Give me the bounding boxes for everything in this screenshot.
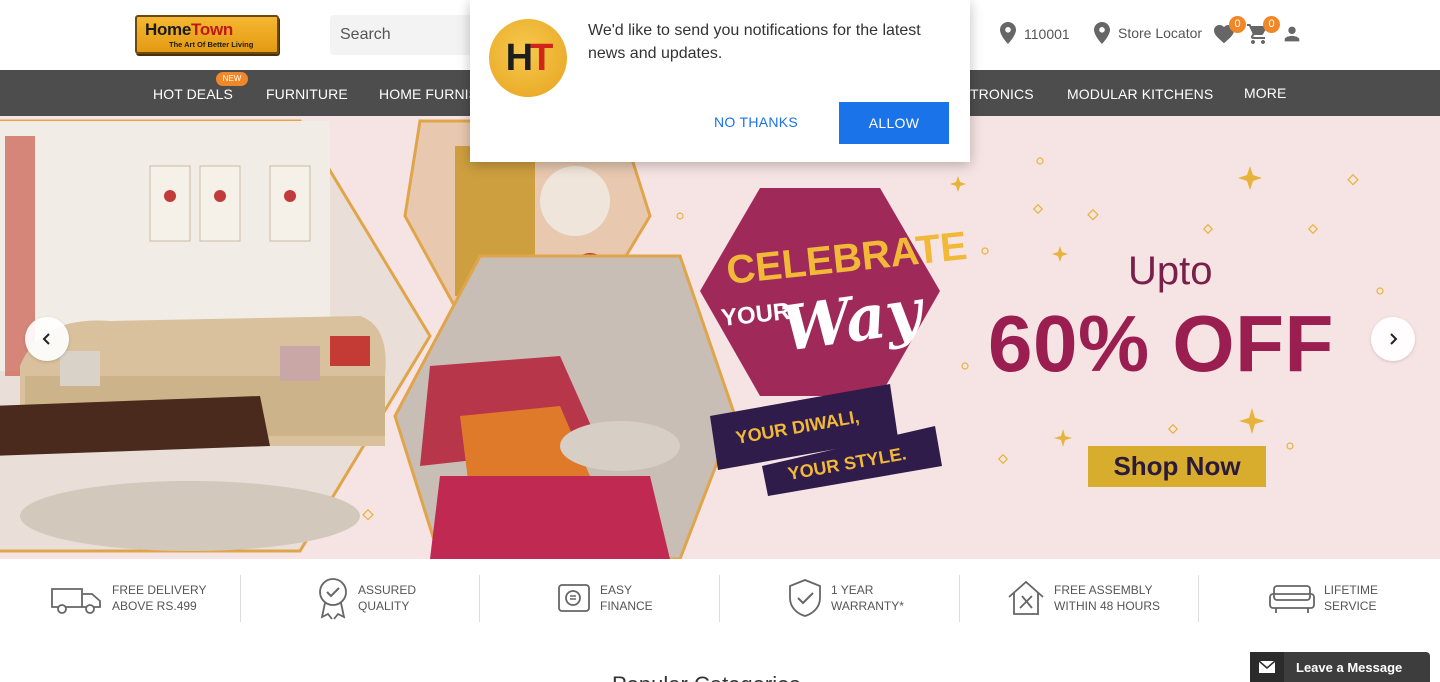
feature-line2: ABOVE RS.499 [112, 599, 197, 613]
feature-line1: LIFETIME [1324, 583, 1379, 597]
feature-assured-quality: ASSURED QUALITY [316, 575, 416, 621]
feature-line1: EASY [600, 583, 633, 597]
account-button[interactable] [1281, 22, 1305, 46]
logo-brand-town: Town [191, 20, 233, 39]
truck-icon [51, 588, 101, 614]
section-heading: Popular Categories [612, 672, 800, 682]
leave-message-chat-button[interactable]: Leave a Message [1250, 652, 1430, 682]
carousel-prev-button[interactable] [25, 317, 69, 361]
notification-permission-popup: HT We'd like to send you notifications f… [470, 0, 970, 162]
logo-letter-t: T [530, 36, 553, 79]
feature-line1: 1 YEAR [831, 583, 874, 597]
user-icon [1284, 26, 1300, 42]
divider [240, 575, 241, 622]
allow-button[interactable]: ALLOW [839, 102, 949, 144]
banner-upto: Upto [1128, 249, 1213, 293]
wishlist-count-badge: 0 [1229, 16, 1246, 33]
divider [479, 575, 480, 622]
store-locator-link[interactable]: Store Locator [1094, 22, 1202, 44]
hero-banner[interactable]: CELEBRATE YOUR Way YOUR DIWALI, YOUR STY… [0, 116, 1440, 559]
cart-button[interactable]: 0 [1246, 16, 1280, 46]
store-locator-label: Store Locator [1118, 25, 1203, 41]
no-thanks-button[interactable]: NO THANKS [702, 102, 810, 142]
pincode-text: 110001 [1024, 26, 1070, 42]
new-badge: NEW [216, 72, 248, 86]
divider [1198, 575, 1199, 622]
logo-brand-home: Home [145, 20, 192, 39]
feature-warranty: 1 YEAR WARRANTY* [787, 575, 904, 621]
popup-message: We'd like to send you notifications for … [588, 22, 921, 62]
location-pin-icon [1000, 22, 1016, 44]
hometown-logo[interactable]: HomeTown The Art Of Better Living [135, 15, 279, 54]
feature-line2: QUALITY [358, 599, 410, 613]
nav-modular-kitchens[interactable]: MODULAR KITCHENS [1067, 86, 1213, 102]
feature-line2: FINANCE [600, 599, 653, 613]
sofa-icon [1269, 585, 1315, 613]
features-strip: FREE DELIVERY ABOVE RS.499 ASSURED QUALITY… [0, 559, 1440, 635]
page: HomeTown The Art Of Better Living 110001… [0, 0, 1440, 682]
feature-line2: WARRANTY* [831, 599, 904, 613]
logo-tagline: The Art Of Better Living [169, 40, 254, 49]
envelope-icon [1250, 652, 1284, 682]
pincode-selector[interactable]: 110001 [1000, 22, 1070, 44]
chat-label: Leave a Message [1296, 659, 1403, 675]
feature-line1: FREE DELIVERY [112, 583, 207, 597]
feature-line2: SERVICE [1324, 599, 1377, 613]
divider [719, 575, 720, 622]
feature-line2: WITHIN 48 HOURS [1054, 599, 1161, 613]
badge-icon [319, 578, 347, 620]
chevron-right-icon [1390, 333, 1398, 345]
feature-free-assembly: FREE ASSEMBLY WITHIN 48 HOURS [1006, 575, 1160, 621]
feature-line1: FREE ASSEMBLY [1054, 583, 1153, 597]
chevron-left-icon [42, 333, 50, 345]
feature-free-delivery: FREE DELIVERY ABOVE RS.499 [50, 575, 206, 621]
nav-electronics[interactable]: TRONICS [970, 86, 1034, 102]
carousel-next-button[interactable] [1371, 317, 1415, 361]
location-pin-icon [1094, 22, 1110, 44]
feature-line1: ASSURED [358, 583, 417, 597]
logo-letter-h: H [505, 36, 534, 79]
feature-easy-finance: EASY FINANCE [556, 575, 653, 621]
divider [959, 575, 960, 622]
banner-discount: 60% OFF [988, 299, 1334, 388]
nav-more[interactable]: MORE [1244, 85, 1286, 101]
house-tools-icon [1008, 580, 1044, 615]
nav-home-furnishing[interactable]: HOME FURNIS [379, 86, 478, 102]
finance-icon [558, 584, 590, 612]
shop-now-button[interactable]: Shop Now [1088, 446, 1266, 487]
nav-hot-deals[interactable]: HOT DEALS [153, 86, 233, 102]
cart-count-badge: 0 [1263, 16, 1280, 33]
ht-logo-icon: HT [489, 19, 567, 97]
feature-lifetime-service: LIFETIME SERVICE [1268, 575, 1378, 621]
nav-furniture[interactable]: FURNITURE [266, 86, 348, 102]
wishlist-button[interactable]: 0 [1212, 16, 1246, 46]
shield-check-icon [789, 579, 821, 617]
